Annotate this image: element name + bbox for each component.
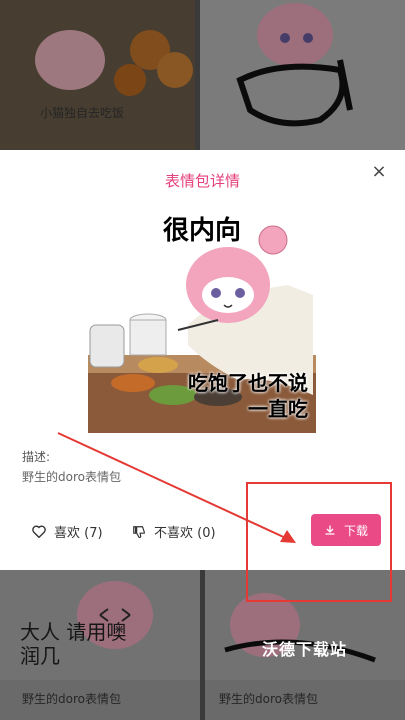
meme-top-text: 很内向 [162, 216, 241, 246]
heart-icon [32, 525, 46, 538]
like-button[interactable]: 喜欢 (7) [32, 522, 103, 541]
description-text: 野生的doro表情包 [22, 470, 121, 484]
watermark-text: 沃德下载站 [262, 640, 348, 659]
meme-bottom-text: 吃饱了也不说 一直吃 [188, 370, 308, 422]
dislike-label: 不喜欢 (0) [154, 526, 216, 541]
description-label: 描述: [22, 450, 51, 464]
dislike-button[interactable]: 不喜欢 (0) [132, 522, 216, 541]
close-icon[interactable]: × [369, 162, 389, 182]
meme-bottom-text-line1: 吃饱了也不说 [188, 371, 308, 395]
meme-image: 很内向 吃饱了也不说 一直吃 [88, 205, 316, 433]
thumbs-down-icon [133, 525, 145, 538]
modal-title: 表情包详情 [164, 172, 240, 190]
annotation-highlight-box [246, 482, 392, 602]
meme-bottom-text-line2: 一直吃 [248, 397, 308, 421]
like-label: 喜欢 (7) [54, 526, 103, 541]
